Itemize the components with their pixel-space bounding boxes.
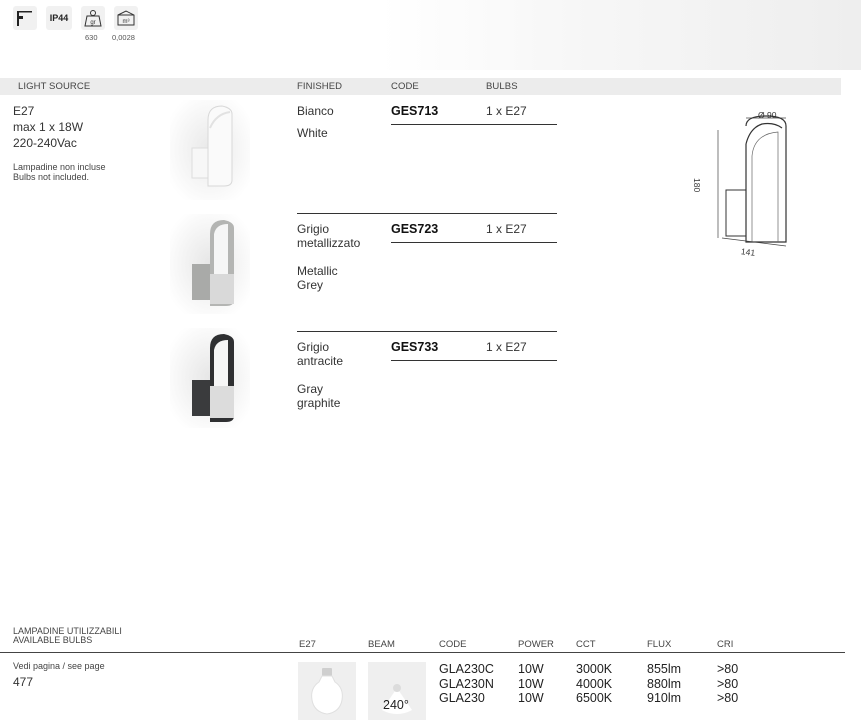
- table-header-bar: [0, 78, 841, 95]
- bulbs-1: 1 x E27: [486, 104, 527, 118]
- table-row: >80: [717, 676, 739, 691]
- table-row: 855lm: [647, 662, 682, 676]
- svg-text:m³: m³: [123, 19, 130, 25]
- bulbs-cct-column: 3000K 4000K 6500K: [576, 662, 612, 706]
- table-row: GLA230C: [439, 662, 494, 676]
- see-page-number[interactable]: 477: [13, 675, 33, 689]
- row-divider: [391, 242, 557, 243]
- bulbs-header-flux: FLUX: [647, 639, 672, 650]
- row-divider: [297, 213, 557, 214]
- header-code: CODE: [391, 81, 419, 92]
- product-image-graphite: [170, 328, 250, 428]
- voltage: 220-240Vac: [13, 136, 77, 150]
- bulbs-header-cri: CRI: [717, 639, 734, 650]
- table-row: GLA230N: [439, 676, 494, 691]
- beam-angle-value: 240°: [383, 698, 409, 712]
- table-row: 910lm: [647, 691, 682, 705]
- finish-it-1: Bianco: [297, 104, 334, 118]
- bulbs-flux-column: 855lm 880lm 910lm: [647, 662, 681, 706]
- ip-rating-badge: IP44: [46, 6, 72, 30]
- table-row: 4000K: [576, 676, 613, 691]
- background-shading: [380, 0, 861, 70]
- dimension-drawing: [700, 104, 820, 264]
- bulbs-2: 1 x E27: [486, 222, 527, 236]
- finish-it-3: Grigio antracite: [297, 340, 344, 368]
- bulb-image: [298, 662, 356, 720]
- see-page-label: Vedi pagina / see page: [13, 661, 105, 671]
- bulbs-code-column: GLA230C GLA230N GLA230: [439, 662, 494, 706]
- bulbs-title-en: AVAILABLE BULBS: [13, 635, 93, 645]
- table-row: >80: [717, 662, 739, 676]
- header-bulbs: BULBS: [486, 81, 518, 92]
- finish-it-2: Grigio metallizzato: [297, 222, 361, 250]
- bulbs-header-cct: CCT: [576, 639, 596, 650]
- product-code-1: GES713: [391, 104, 439, 118]
- table-row: 10W: [518, 691, 544, 705]
- table-row: 10W: [518, 662, 544, 676]
- volume-value: 0,0028: [112, 33, 135, 42]
- table-row: 10W: [518, 676, 544, 691]
- note-english: Bulbs not included.: [13, 172, 90, 182]
- bulbs-header-beam: BEAM: [368, 639, 395, 650]
- dimension-height: 180: [692, 178, 702, 193]
- table-row: GLA230: [439, 691, 485, 705]
- row-divider: [391, 360, 557, 361]
- bulbs-3: 1 x E27: [486, 340, 527, 354]
- bulbs-cri-column: >80 >80 >80: [717, 662, 738, 706]
- row-divider: [297, 331, 557, 332]
- product-image-metallic-grey: [170, 214, 250, 314]
- product-image-white: [170, 100, 250, 200]
- bulbs-header-e27: E27: [299, 639, 316, 650]
- bulbs-header-divider: [0, 652, 845, 653]
- product-code-2: GES723: [391, 222, 439, 236]
- table-row: >80: [717, 691, 739, 705]
- note-italian: Lampadine non incluse: [13, 162, 106, 172]
- bulbs-header-power: POWER: [518, 639, 554, 650]
- finish-en-2: Metallic Grey: [297, 264, 338, 292]
- svg-text:gr: gr: [90, 20, 95, 26]
- table-row: 3000K: [576, 662, 613, 676]
- table-row: 880lm: [647, 676, 682, 691]
- bulbs-header-code: CODE: [439, 639, 467, 650]
- header-light-source: LIGHT SOURCE: [18, 81, 91, 92]
- product-code-3: GES733: [391, 340, 439, 354]
- bulbs-power-column: 10W 10W 10W: [518, 662, 544, 706]
- weight-icon: gr: [81, 6, 105, 30]
- finish-en-3: Gray graphite: [297, 382, 341, 410]
- row-divider: [391, 124, 557, 125]
- dimension-depth: 141: [740, 246, 756, 258]
- table-row: 6500K: [576, 691, 613, 705]
- finish-en-1: White: [297, 126, 328, 140]
- max-power: max 1 x 18W: [13, 120, 84, 134]
- dimension-diameter: Ø 90: [758, 110, 777, 120]
- box-volume-icon: m³: [114, 6, 138, 30]
- wall-mount-icon: [13, 6, 37, 30]
- weight-value: 630: [85, 33, 98, 42]
- header-finished: FINISHED: [297, 81, 343, 92]
- socket-type: E27: [13, 104, 35, 118]
